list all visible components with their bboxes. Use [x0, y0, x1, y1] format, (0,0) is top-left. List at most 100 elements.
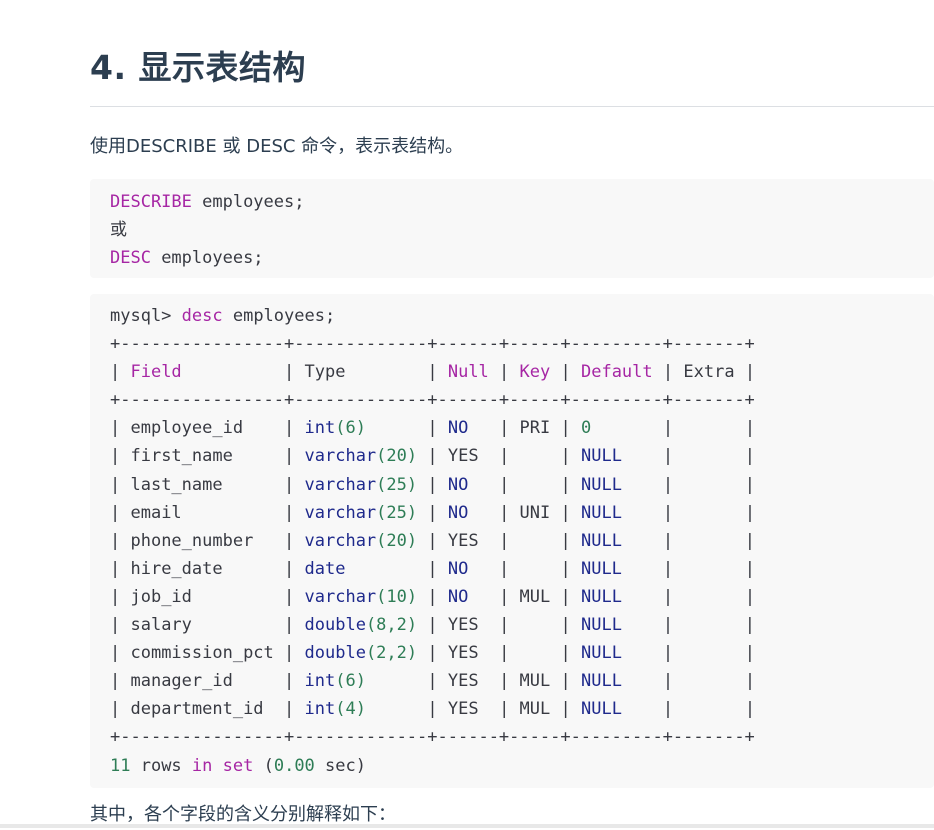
cell-default: NULL — [580, 530, 622, 551]
row-count: 11 — [110, 755, 131, 776]
cell-null: NO — [447, 502, 469, 523]
code-line: 11 rows in set (0.00 sec) — [110, 752, 934, 780]
cell-field: phone_number — [130, 530, 254, 551]
table-row: | job_id | varchar(10) | NO | MUL | NULL… — [110, 586, 756, 607]
cell-type: varchar — [304, 502, 377, 523]
describe-code-block[interactable]: DESCRIBE employees; 或 DESC employees; — [90, 179, 934, 278]
cell-type-arg: (25) — [376, 502, 418, 523]
cell-default: 0 — [581, 418, 592, 439]
table-row: | last_name | varchar(25) | NO | | NULL … — [110, 474, 756, 495]
cell-type-arg: (6) — [335, 418, 366, 439]
cell-type-arg: (4) — [335, 699, 366, 720]
cell-key: MUL — [519, 586, 551, 607]
table-row: | employee_id | int(6) | NO | PRI | 0 | … — [110, 418, 756, 439]
table-row: | department_id | int(4) | YES | MUL | N… — [110, 699, 756, 720]
cell-field: hire_date — [130, 558, 223, 579]
code-text: employees; — [191, 192, 305, 212]
cell-type: varchar — [304, 530, 377, 551]
code-line: mysql> desc employees; — [110, 302, 934, 330]
section-heading: 4. 显示表结构 — [90, 48, 306, 87]
cell-key: MUL — [519, 671, 551, 692]
cell-field: commission_pct — [130, 643, 274, 664]
cell-key: UNI — [519, 502, 551, 523]
sql-keyword: in — [191, 755, 213, 776]
code-text: rows — [130, 755, 192, 776]
page-bottom-edge — [0, 824, 934, 828]
cell-null: YES — [447, 446, 479, 467]
cell-type-arg: (2,2) — [365, 643, 418, 664]
cell-key: PRI — [519, 418, 551, 439]
column-header: Null — [447, 362, 489, 383]
code-text: sec) — [314, 755, 366, 776]
cell-type-arg: (20) — [376, 446, 418, 467]
cell-type: int — [304, 418, 336, 439]
mysql-prompt: mysql> — [110, 306, 182, 326]
code-line: +----------------+-------------+------+-… — [110, 386, 934, 414]
sql-keyword: DESCRIBE — [110, 192, 192, 212]
cell-default: NULL — [581, 671, 622, 692]
cell-field: department_id — [130, 699, 264, 720]
table-border: +----------------+-------------+------+-… — [110, 727, 755, 748]
table-row: | hire_date | date | NO | | NULL | | — [110, 558, 756, 579]
cell-field: salary — [130, 615, 192, 636]
cell-key: MUL — [519, 699, 551, 720]
desc-output-code-block[interactable]: mysql> desc employees; +----------------+… — [90, 294, 934, 788]
heading-divider — [90, 106, 934, 107]
cell-default: NULL — [581, 586, 622, 607]
column-header: Type — [304, 362, 346, 383]
cell-default: NULL — [581, 699, 622, 720]
column-header: Default — [580, 362, 653, 383]
table-row: | first_name | varchar(20) | YES | | NUL… — [110, 446, 756, 467]
cell-type: int — [304, 671, 336, 692]
query-time: 0.00 — [273, 755, 315, 776]
code-line: DESCRIBE employees; — [110, 188, 934, 216]
cell-null: NO — [447, 558, 469, 579]
cell-field: manager_id — [130, 671, 233, 692]
code-text: employees; — [222, 306, 336, 326]
code-line: | Field | Type | Null | Key | Default | … — [110, 362, 756, 383]
cell-null: YES — [447, 699, 479, 720]
cell-null: NO — [447, 474, 469, 495]
table-row: | phone_number | varchar(20) | YES | | N… — [110, 530, 756, 551]
table-border: +----------------+-------------+------+-… — [110, 390, 755, 411]
cell-default: NULL — [581, 502, 622, 523]
column-header: Extra — [683, 362, 735, 383]
code-line: 或 — [110, 216, 934, 244]
sql-keyword: set — [222, 755, 254, 776]
cell-type-arg: (6) — [335, 671, 366, 692]
code-line: +----------------+-------------+------+-… — [110, 330, 934, 358]
table-row: | salary | double(8,2) | YES | | NULL | … — [110, 615, 756, 636]
cell-null: YES — [447, 671, 479, 692]
sql-keyword: DESC — [110, 248, 151, 268]
sql-keyword: desc — [181, 306, 223, 326]
cell-type-arg: (10) — [376, 586, 418, 607]
code-text: employees; — [150, 248, 264, 268]
cell-field: email — [130, 502, 182, 523]
intro-paragraph: 使用DESCRIBE 或 DESC 命令，表示表结构。 — [90, 136, 464, 157]
cell-type: date — [304, 558, 346, 579]
code-line: +----------------+-------------+------+-… — [110, 723, 934, 751]
code-line: DESC employees; — [110, 244, 934, 272]
cell-null: YES — [447, 530, 479, 551]
cell-null: NO — [447, 418, 469, 439]
cell-type-arg: (25) — [376, 474, 418, 495]
cell-field: last_name — [130, 474, 223, 495]
cell-type: double — [304, 643, 366, 664]
cell-field: employee_id — [130, 418, 244, 439]
cell-default: NULL — [580, 446, 622, 467]
cell-type: varchar — [304, 446, 377, 467]
cell-type: int — [304, 699, 336, 720]
cell-field: first_name — [130, 446, 233, 467]
code-text: ( — [253, 755, 274, 776]
cell-default: NULL — [580, 558, 622, 579]
cell-default: NULL — [580, 615, 622, 636]
column-header: Field — [130, 362, 182, 383]
cell-null: YES — [447, 643, 479, 664]
cell-type: varchar — [304, 586, 377, 607]
table-row: | commission_pct | double(2,2) | YES | |… — [110, 643, 756, 664]
cell-type-arg: (20) — [376, 530, 418, 551]
code-text: 或 — [110, 220, 127, 240]
column-header: Key — [519, 362, 551, 383]
cell-type-arg: (8,2) — [365, 615, 418, 636]
cell-default: NULL — [580, 474, 622, 495]
